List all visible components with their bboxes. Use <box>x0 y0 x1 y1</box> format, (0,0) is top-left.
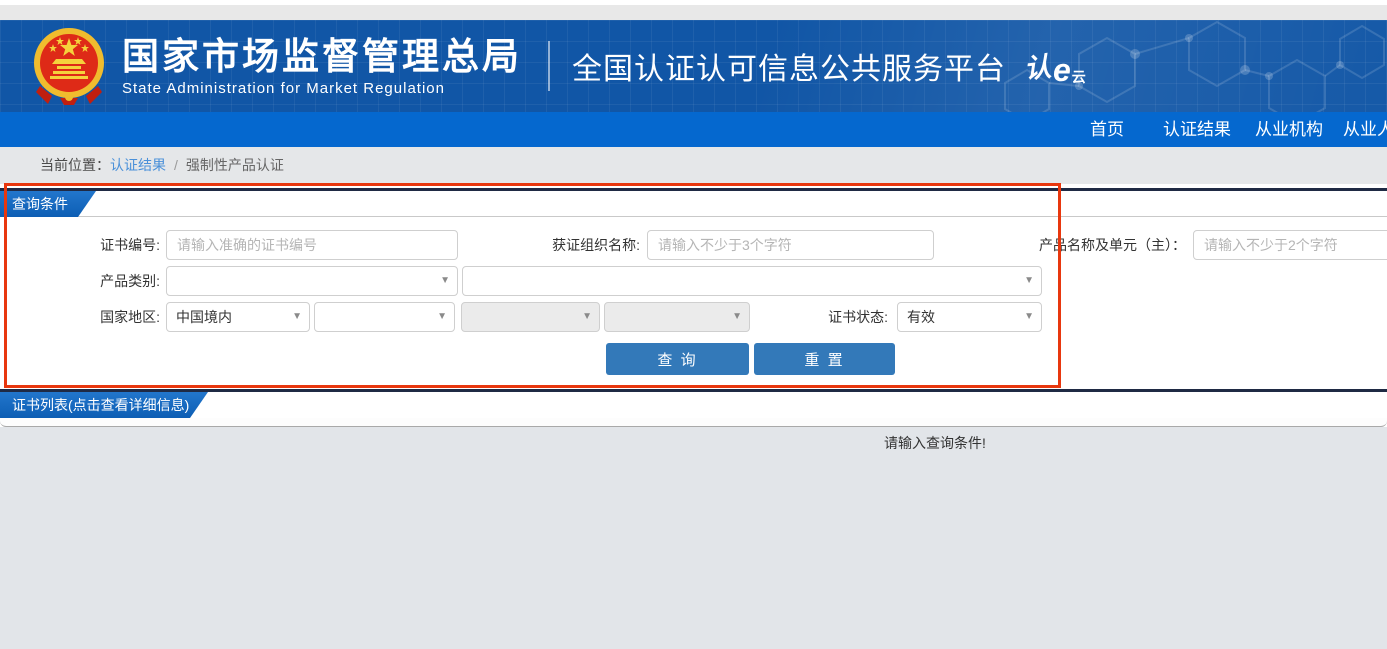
breadcrumb-prefix: 当前位置： <box>40 157 110 173</box>
chevron-down-icon: ▼ <box>1024 267 1034 295</box>
breadcrumb-link-certification-results[interactable]: 认证结果 <box>110 157 166 173</box>
platform-title: 全国认证认可信息公共服务平台 <box>572 44 1006 88</box>
agency-title: 国家市场监督管理总局 <box>122 36 522 78</box>
product-name-input[interactable] <box>1193 230 1387 260</box>
nav-item-practitioners[interactable]: 从业人员 <box>1343 112 1387 147</box>
org-name-input[interactable] <box>647 230 934 260</box>
region-city-select-disabled: ▼ <box>461 302 600 332</box>
site-header: 国家市场监督管理总局 State Administration for Mark… <box>0 20 1387 112</box>
product-category-label: 产品类别: <box>20 266 160 296</box>
region-country-value: 中国境内 <box>176 309 232 325</box>
national-emblem-icon <box>32 26 106 106</box>
certificate-list-tab: 证书列表(点击查看详细信息) <box>0 392 208 418</box>
cert-status-select[interactable]: 有效 ▼ <box>897 302 1042 332</box>
agency-title-block: 国家市场监督管理总局 State Administration for Mark… <box>122 36 522 97</box>
cert-status-value: 有效 <box>907 309 935 325</box>
reset-button[interactable]: 重 置 <box>754 343 895 375</box>
nav-item-practicing-agencies[interactable]: 从业机构 <box>1255 112 1323 147</box>
chevron-down-icon: ▼ <box>292 303 302 331</box>
ren-e-yun-logo: 认 e 云 <box>1024 50 1086 82</box>
top-gray-strip <box>0 5 1387 20</box>
query-conditions-tab: 查询条件 <box>0 191 96 217</box>
main-nav: 首页 认证结果 从业机构 从业人员 <box>0 112 1387 147</box>
empty-results-message: 请输入查询条件! <box>884 433 986 453</box>
header-divider <box>548 41 550 91</box>
logo-e-glyph: e <box>1053 54 1071 86</box>
breadcrumb-separator: / <box>174 157 178 173</box>
list-panel-bottom-edge <box>0 418 1387 427</box>
agency-subtitle: State Administration for Market Regulati… <box>122 80 522 97</box>
logo-yun-glyph: 云 <box>1072 70 1086 84</box>
results-empty-area <box>0 427 1387 649</box>
chevron-down-icon: ▼ <box>440 267 450 295</box>
chevron-down-icon: ▼ <box>582 303 592 331</box>
breadcrumb: 当前位置：认证结果 / 强制性产品认证 <box>0 147 1387 184</box>
logo-ren-glyph: 认 <box>1023 54 1053 84</box>
query-conditions-panel: 查询条件 证书编号: 获证组织名称: 产品名称及单元（主）： 产品类别: ▼ ▼… <box>0 184 1387 389</box>
region-province-select[interactable]: ▼ <box>314 302 455 332</box>
query-tab-bar: 查询条件 <box>0 191 1387 217</box>
chevron-down-icon: ▼ <box>732 303 742 331</box>
chevron-down-icon: ▼ <box>437 303 447 331</box>
nav-item-certification-results[interactable]: 认证结果 <box>1163 112 1231 147</box>
cert-no-input[interactable] <box>166 230 458 260</box>
page: 国家市场监督管理总局 State Administration for Mark… <box>0 0 1387 649</box>
search-button[interactable]: 查 询 <box>606 343 749 375</box>
chevron-down-icon: ▼ <box>1024 303 1034 331</box>
product-subcategory-select[interactable]: ▼ <box>462 266 1042 296</box>
breadcrumb-current: 强制性产品认证 <box>186 157 284 173</box>
list-tab-bar: 证书列表(点击查看详细信息) <box>0 392 1387 418</box>
region-district-select-disabled: ▼ <box>604 302 750 332</box>
nav-item-home[interactable]: 首页 <box>1090 112 1124 147</box>
region-label: 国家地区: <box>20 302 160 332</box>
product-category-select[interactable]: ▼ <box>166 266 458 296</box>
region-country-select[interactable]: 中国境内 ▼ <box>166 302 310 332</box>
cert-status-label: 证书状态: <box>768 302 888 332</box>
org-name-label: 获证组织名称: <box>470 230 640 260</box>
cert-no-label: 证书编号: <box>20 230 160 260</box>
product-name-label: 产品名称及单元（主）： <box>950 230 1186 260</box>
